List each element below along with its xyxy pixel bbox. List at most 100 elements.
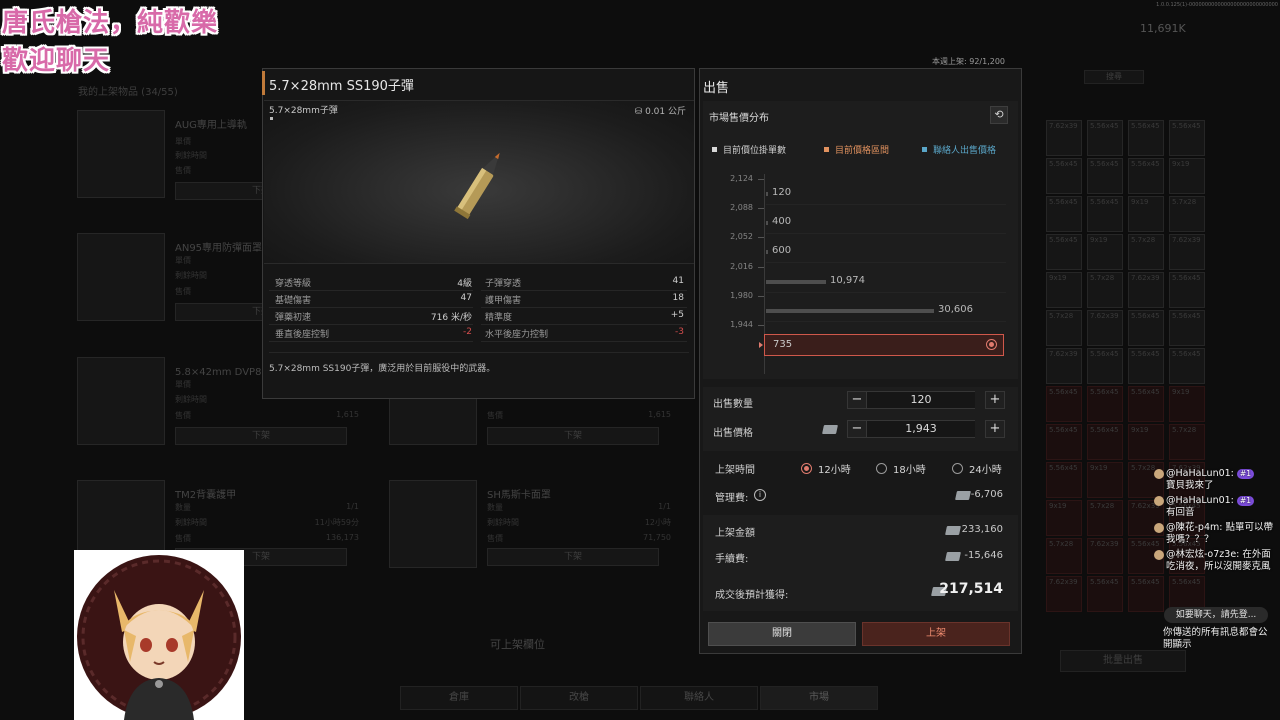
quantity-minus-button[interactable]: − <box>847 391 867 409</box>
inventory-cell[interactable]: 5.7x28 <box>1169 424 1205 460</box>
inventory-cell[interactable]: 9x19 <box>1128 424 1164 460</box>
inventory-cell[interactable]: 7.62x39 <box>1087 310 1123 346</box>
inventory-cell[interactable]: 5.7x28 <box>1128 234 1164 270</box>
listing-thumbnail <box>77 357 165 445</box>
inventory-cell[interactable]: 5.56x45 <box>1169 348 1205 384</box>
listing-field-label: 數量 <box>175 503 191 512</box>
order-count-bar <box>766 279 826 284</box>
sell-panel: 出售 市場售價分布 ⟲ 目前價位掛單數 目前價格區間 聯絡人出售價格 2,124… <box>699 68 1022 654</box>
chat-text: 寶貝我來了 <box>1166 480 1214 491</box>
delist-button[interactable]: 下架 <box>487 427 659 445</box>
expected-income-label: 成交後預計獲得: <box>715 590 789 601</box>
quantity-input[interactable]: 120 <box>867 391 975 409</box>
inventory-cell[interactable]: 5.56x45 <box>1128 310 1164 346</box>
radio-label: 12小時 <box>818 465 851 476</box>
inventory-cell[interactable]: 5.56x45 <box>1087 348 1123 384</box>
inventory-cell[interactable]: 5.56x45 <box>1128 120 1164 156</box>
price-plus-button[interactable]: + <box>985 420 1005 438</box>
duration-18h-radio[interactable]: 18小時 <box>876 461 926 476</box>
inventory-cell[interactable]: 5.56x45 <box>1128 576 1164 612</box>
listing-thumbnail <box>77 110 165 198</box>
batch-sell-button[interactable]: 批量出售 <box>1060 650 1186 672</box>
close-button[interactable]: 關閉 <box>708 622 856 646</box>
refresh-icon[interactable]: ⟲ <box>990 106 1008 124</box>
inventory-cell[interactable]: 5.7x28 <box>1169 196 1205 232</box>
inventory-cell[interactable]: 9x19 <box>1046 500 1082 536</box>
delist-button[interactable]: 下架 <box>487 548 659 566</box>
inventory-cell[interactable]: 5.56x45 <box>1087 120 1123 156</box>
chat-username: @林宏炫-o7z3e: <box>1166 549 1240 560</box>
price-minus-button[interactable]: − <box>847 420 867 438</box>
listing-field-label: 售價 <box>487 411 503 420</box>
inventory-cell[interactable]: 5.56x45 <box>1087 158 1123 194</box>
radio-label: 18小時 <box>893 465 926 476</box>
inventory-cell[interactable]: 5.56x45 <box>1128 386 1164 422</box>
inventory-cell[interactable]: 5.56x45 <box>1046 424 1082 460</box>
handling-fee-value: -15,646 <box>964 550 1003 561</box>
inventory-cell[interactable]: 7.62x39 <box>1046 576 1082 612</box>
inventory-cell[interactable]: 5.7x28 <box>1046 538 1082 574</box>
stat-label: 水平後座力控制 <box>485 330 549 340</box>
inventory-cell[interactable]: 5.7x28 <box>1087 272 1123 308</box>
chat-input[interactable]: 如要聊天，請先登... <box>1164 607 1268 623</box>
inventory-cell[interactable]: 5.56x45 <box>1169 310 1205 346</box>
delist-button[interactable]: 下架 <box>175 427 347 445</box>
tab-gunsmith[interactable]: 改槍 <box>520 686 638 710</box>
price-input[interactable]: 1,943 <box>867 420 975 438</box>
info-icon[interactable]: i <box>754 489 766 501</box>
inventory-cell[interactable]: 7.62x39 <box>1087 538 1123 574</box>
inventory-cell[interactable]: 5.56x45 <box>1169 120 1205 156</box>
listing-card[interactable]: SH馬斯卡面罩 數量 1/1 剩餘時間 12小時 售價 71,750 下架 <box>389 480 679 590</box>
inventory-cell[interactable]: 5.56x45 <box>1046 158 1082 194</box>
stat-label: 垂直後座控制 <box>275 330 330 340</box>
inventory-cell[interactable]: 5.7x28 <box>1046 310 1082 346</box>
tab-contacts[interactable]: 聯絡人 <box>640 686 758 710</box>
listing-price: 1,615 <box>336 410 359 419</box>
stream-debug-text: 1.0.0.125(1)-000000000000000000000000000… <box>1156 2 1278 8</box>
order-count-label: 600 <box>772 245 792 257</box>
inventory-cell[interactable]: 5.56x45 <box>1128 158 1164 194</box>
distribution-title: 市場售價分布 <box>709 113 769 124</box>
chat-panel: @HaHaLun01: #1 寶貝我來了 @HaHaLun01: #1 有回音 @陳花-… <box>1148 468 1278 576</box>
order-count-label: 10,974 <box>830 274 865 286</box>
search-button[interactable]: 搜尋 <box>1084 70 1144 84</box>
list-button[interactable]: 上架 <box>862 622 1010 646</box>
empty-slot-label: 可上架欄位 <box>490 638 545 651</box>
inventory-cell[interactable]: 5.7x28 <box>1087 500 1123 536</box>
inventory-cell[interactable]: 5.56x45 <box>1046 196 1082 232</box>
tab-market[interactable]: 市場 <box>760 686 878 710</box>
tab-warehouse[interactable]: 倉庫 <box>400 686 518 710</box>
duration-12h-radio[interactable]: 12小時 <box>801 461 851 476</box>
listing-field-label: 售價 <box>175 411 191 420</box>
inventory-cell[interactable]: 5.56x45 <box>1046 462 1082 498</box>
inventory-cell[interactable]: 9x19 <box>1169 158 1205 194</box>
inventory-cell[interactable]: 7.62x39 <box>1128 272 1164 308</box>
inventory-cell[interactable]: 5.56x45 <box>1087 576 1123 612</box>
currency-icon <box>945 552 961 561</box>
inventory-cell[interactable]: 7.62x39 <box>1169 234 1205 270</box>
inventory-cell[interactable]: 5.56x45 <box>1128 348 1164 384</box>
inventory-cell[interactable]: 9x19 <box>1046 272 1082 308</box>
duration-24h-radio[interactable]: 24小時 <box>952 461 1002 476</box>
inventory-cell[interactable]: 5.56x45 <box>1087 196 1123 232</box>
price-tick-label: 2,016 <box>730 261 753 271</box>
stat-value: +5 <box>670 310 684 320</box>
stat-divider <box>269 341 473 342</box>
inventory-cell[interactable]: 9x19 <box>1087 462 1123 498</box>
price-label: 出售價格 <box>713 428 753 439</box>
inventory-cell[interactable]: 7.62x39 <box>1046 120 1082 156</box>
inventory-cell[interactable]: 5.56x45 <box>1046 234 1082 270</box>
legend-swatch <box>922 147 927 152</box>
inventory-cell[interactable]: 5.56x45 <box>1087 424 1123 460</box>
inventory-cell[interactable]: 7.62x39 <box>1046 348 1082 384</box>
stat-label: 子彈穿透 <box>485 279 522 289</box>
price-tick-label: 1,980 <box>730 290 753 300</box>
inventory-cell[interactable]: 5.56x45 <box>1169 272 1205 308</box>
quantity-plus-button[interactable]: + <box>985 391 1005 409</box>
inventory-cell[interactable]: 9x19 <box>1128 196 1164 232</box>
expected-income-value: 217,514 <box>939 581 1003 597</box>
inventory-cell[interactable]: 5.56x45 <box>1087 386 1123 422</box>
inventory-cell[interactable]: 5.56x45 <box>1046 386 1082 422</box>
inventory-cell[interactable]: 9x19 <box>1169 386 1205 422</box>
inventory-cell[interactable]: 9x19 <box>1087 234 1123 270</box>
